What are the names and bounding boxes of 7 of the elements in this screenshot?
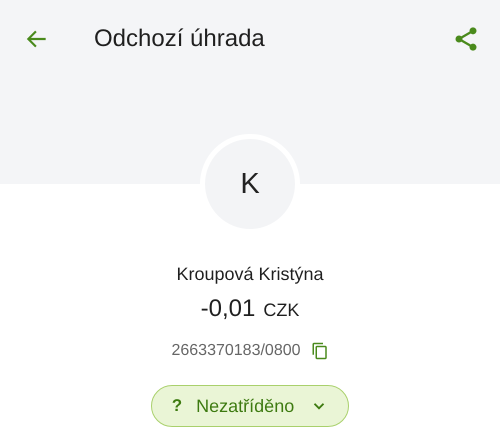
counterparty-name: Kroupová Kristýna — [176, 263, 324, 285]
currency: CZK — [263, 299, 300, 322]
amount: -0,01 — [200, 294, 256, 324]
copy-icon[interactable] — [310, 342, 329, 360]
screen-title: Odchozí úhrada — [94, 25, 266, 53]
category-chip[interactable]: ? Nezatříděno — [150, 385, 350, 427]
account-number: 2663370183/0800 — [171, 341, 301, 361]
